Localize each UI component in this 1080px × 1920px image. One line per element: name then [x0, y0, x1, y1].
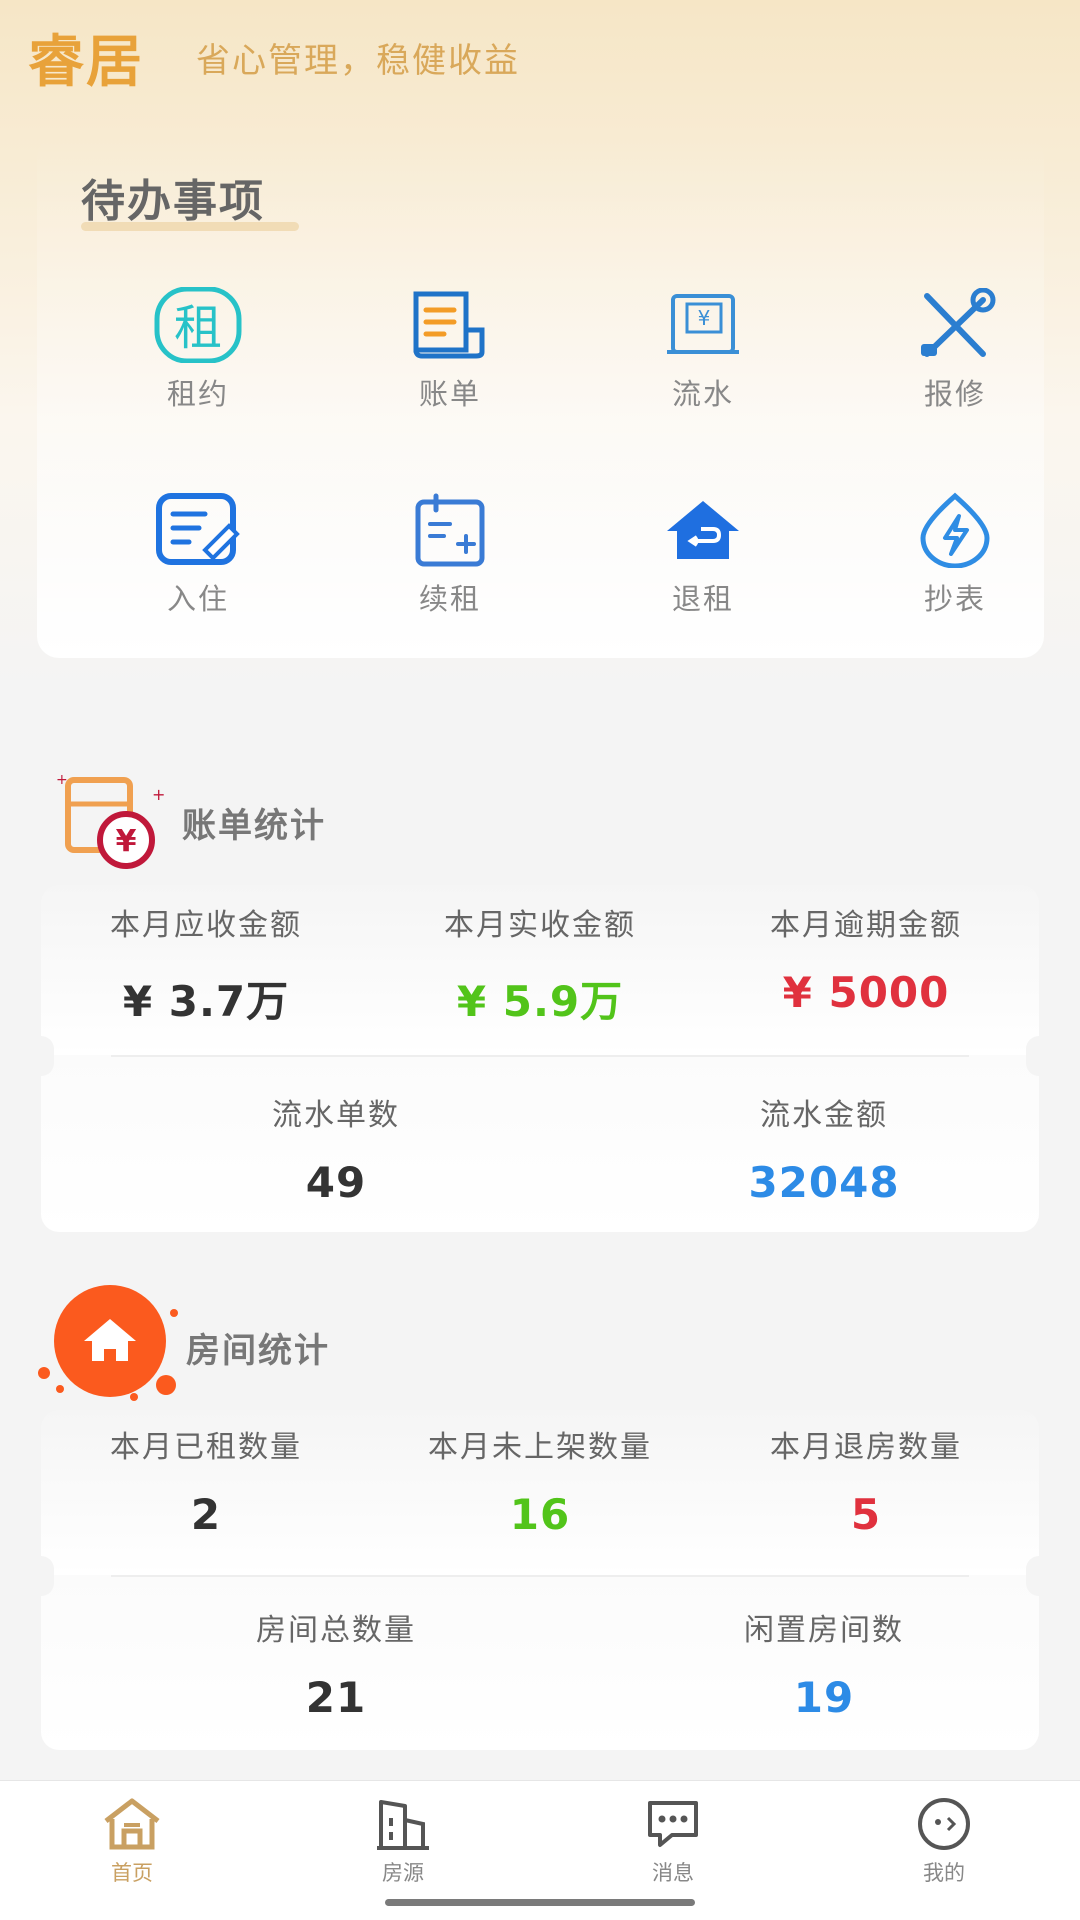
svg-text:+: + — [152, 785, 165, 804]
checkin-icon — [152, 490, 244, 570]
todo-item-lease[interactable]: 租 租约 — [108, 285, 288, 415]
renew-icon — [404, 490, 496, 570]
bill-stats-icon: ¥ + + — [48, 770, 168, 874]
todo-item-meter[interactable]: 抄表 — [865, 490, 1045, 620]
tab-label: 首页 — [111, 1861, 153, 1885]
tab-label: 消息 — [652, 1861, 694, 1885]
stat-label: 本月已租数量 — [110, 1430, 302, 1465]
svg-text:+: + — [56, 772, 68, 788]
stat-value: 49 — [305, 1158, 367, 1207]
divider — [111, 1575, 969, 1577]
stat-label: 本月应收金额 — [110, 908, 302, 943]
bill-stats-header: ¥ + + 账单统计 — [48, 770, 326, 874]
home-icon — [62, 1793, 202, 1855]
stat-transaction-count[interactable]: 流水单数 49 — [191, 1090, 481, 1207]
stat-unlisted[interactable]: 本月未上架数量 16 — [395, 1422, 685, 1539]
stat-value: ¥ 5.9万 — [456, 977, 624, 1026]
todo-item-repair[interactable]: 报修 — [865, 285, 1045, 415]
tab-profile[interactable]: 我的 — [874, 1793, 1014, 1887]
todo-title: 待办事项 — [81, 176, 265, 227]
building-icon — [333, 1793, 473, 1855]
bill-stats-title: 账单统计 — [182, 805, 326, 846]
stat-value: 5 — [850, 1490, 882, 1539]
todo-item-label: 抄表 — [923, 582, 986, 616]
stat-rented[interactable]: 本月已租数量 2 — [81, 1422, 331, 1539]
stat-label: 本月未上架数量 — [428, 1430, 652, 1465]
stat-value: 2 — [190, 1490, 222, 1539]
tab-label: 房源 — [382, 1861, 424, 1885]
todo-item-checkin[interactable]: 入住 — [108, 490, 288, 620]
stat-label: 流水金额 — [760, 1098, 888, 1133]
room-stats-card-top: 本月已租数量 2 本月未上架数量 16 本月退房数量 5 — [41, 1410, 1039, 1575]
stat-overdue[interactable]: 本月逾期金额 ¥ 5000 — [741, 900, 991, 1017]
app-name: 睿居 — [28, 29, 144, 95]
todo-item-bill[interactable]: 账单 — [360, 285, 540, 415]
stat-value: ¥ 5000 — [782, 968, 950, 1017]
stat-label: 闲置房间数 — [744, 1613, 904, 1648]
svg-text:¥: ¥ — [116, 824, 137, 859]
card-notch-right — [1026, 1556, 1052, 1596]
tab-home[interactable]: 首页 — [62, 1793, 202, 1887]
stat-label: 流水单数 — [272, 1098, 400, 1133]
home-indicator — [385, 1899, 695, 1906]
todo-item-transaction[interactable]: ¥ 流水 — [613, 285, 793, 415]
stat-value: 19 — [793, 1673, 855, 1722]
stat-value: ¥ 3.7万 — [122, 977, 290, 1026]
stat-label: 本月退房数量 — [770, 1430, 962, 1465]
stat-value: 32048 — [748, 1158, 900, 1207]
card-notch-left — [28, 1036, 54, 1076]
todo-item-checkout[interactable]: 退租 — [613, 490, 793, 620]
todo-card: 待办事项 租 租约 账单 ¥ 流水 报修 入住 续租 退租 抄表 — [37, 135, 1044, 658]
lease-icon: 租 — [152, 285, 244, 365]
card-notch-left — [28, 1556, 54, 1596]
todo-item-label: 报修 — [923, 377, 986, 411]
stat-checked-out[interactable]: 本月退房数量 5 — [741, 1422, 991, 1539]
todo-item-label: 租约 — [166, 377, 229, 411]
header: 睿居 省心管理，稳健收益 — [28, 22, 520, 95]
repair-icon — [909, 285, 1001, 365]
svg-text:租: 租 — [174, 300, 222, 356]
message-icon — [603, 1793, 743, 1855]
transaction-icon: ¥ — [657, 285, 749, 365]
stat-total-rooms[interactable]: 房间总数量 21 — [191, 1605, 481, 1722]
room-stats-header: 房间统计 — [36, 1285, 330, 1409]
stat-value: 16 — [509, 1490, 571, 1539]
stat-label: 本月实收金额 — [444, 908, 636, 943]
profile-icon — [874, 1793, 1014, 1855]
todo-item-renew[interactable]: 续租 — [360, 490, 540, 620]
todo-item-label: 流水 — [671, 377, 734, 411]
bill-stats-card-top: 本月应收金额 ¥ 3.7万 本月实收金额 ¥ 5.9万 本月逾期金额 ¥ 500… — [41, 885, 1039, 1055]
stat-label: 房间总数量 — [256, 1613, 416, 1648]
stat-value: 21 — [305, 1673, 367, 1722]
tab-messages[interactable]: 消息 — [603, 1793, 743, 1887]
stat-transaction-amount[interactable]: 流水金额 32048 — [679, 1090, 969, 1207]
card-notch-right — [1026, 1036, 1052, 1076]
room-stats-icon — [36, 1285, 186, 1409]
todo-item-label: 账单 — [418, 377, 481, 411]
stat-receivable[interactable]: 本月应收金额 ¥ 3.7万 — [81, 900, 331, 1029]
tab-label: 我的 — [923, 1861, 965, 1885]
stat-vacant-rooms[interactable]: 闲置房间数 19 — [679, 1605, 969, 1722]
stat-label: 本月逾期金额 — [770, 908, 962, 943]
bill-stats-card-bottom: 流水单数 49 流水金额 32048 — [41, 1055, 1039, 1232]
bill-icon — [404, 285, 496, 365]
tab-listings[interactable]: 房源 — [333, 1793, 473, 1887]
stat-received[interactable]: 本月实收金额 ¥ 5.9万 — [415, 900, 665, 1029]
svg-text:¥: ¥ — [698, 306, 711, 330]
room-stats-title: 房间统计 — [186, 1330, 330, 1371]
todo-item-label: 退租 — [671, 582, 734, 616]
app-slogan: 省心管理，稳健收益 — [196, 40, 520, 81]
todo-item-label: 续租 — [418, 582, 481, 616]
room-stats-card-bottom: 房间总数量 21 闲置房间数 19 — [41, 1575, 1039, 1750]
divider — [111, 1055, 969, 1057]
meter-icon — [909, 490, 1001, 570]
checkout-icon — [657, 490, 749, 570]
todo-item-label: 入住 — [166, 582, 229, 616]
